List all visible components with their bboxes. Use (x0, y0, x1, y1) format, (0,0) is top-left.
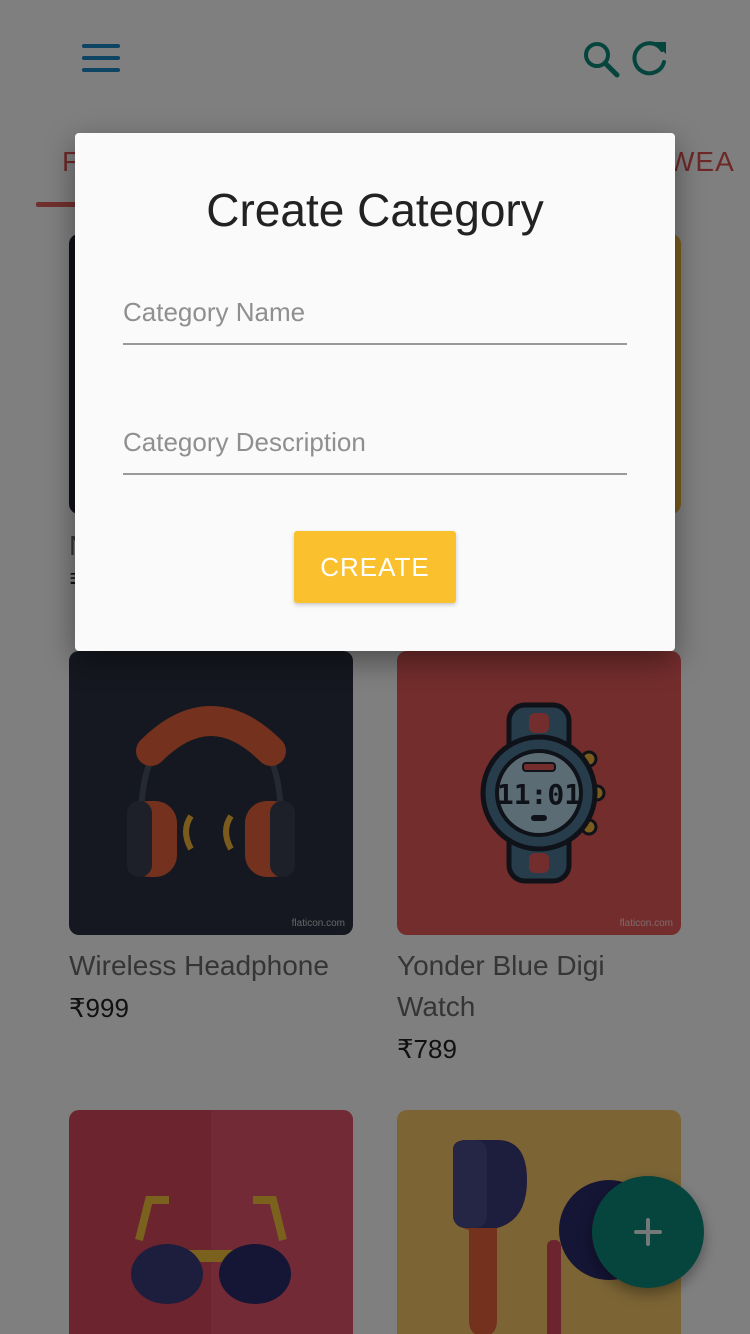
create-button[interactable]: CREATE (294, 531, 456, 603)
category-name-input[interactable] (123, 273, 627, 333)
dialog-title: Create Category (206, 184, 544, 236)
category-name-field (123, 273, 627, 345)
create-category-dialog: Create Category CREATE (75, 133, 675, 651)
category-description-input[interactable] (123, 403, 627, 463)
category-description-field (123, 403, 627, 475)
